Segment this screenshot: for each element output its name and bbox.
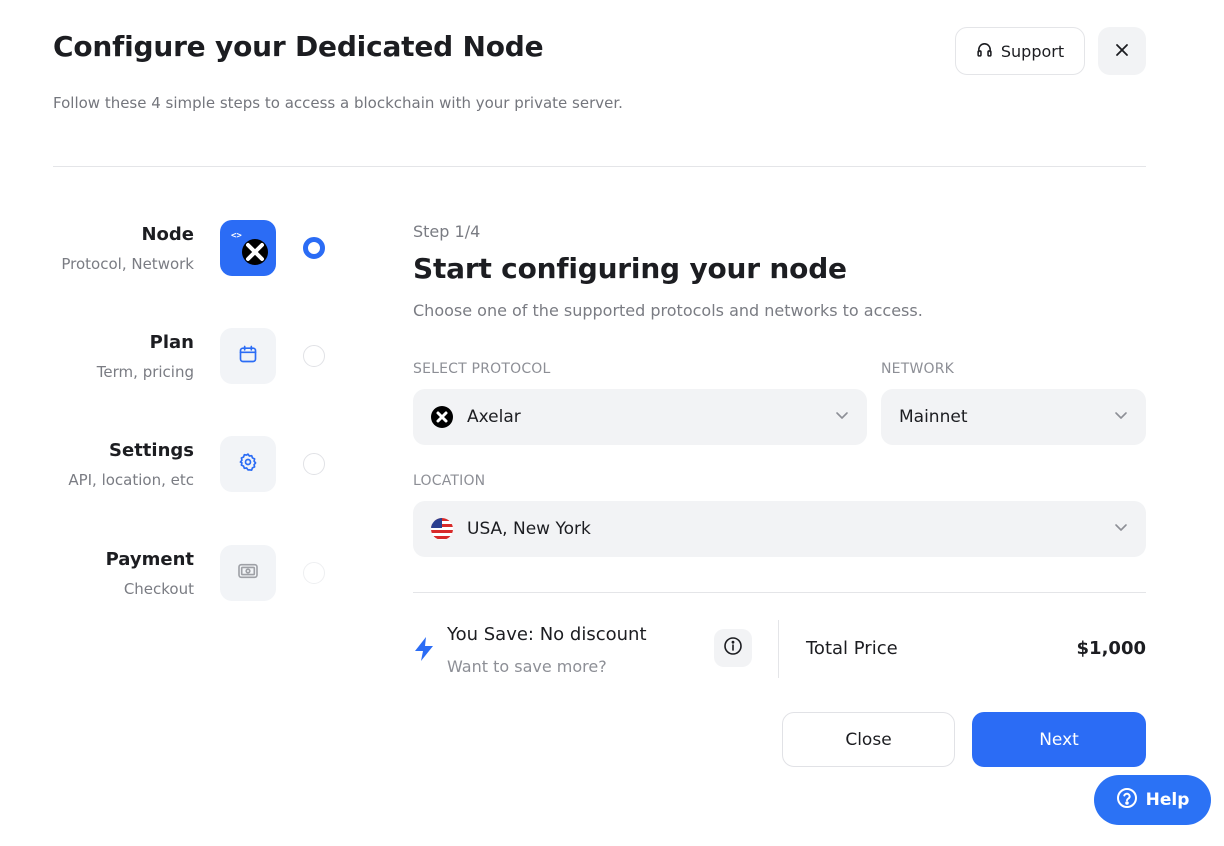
help-label: Help (1145, 790, 1190, 810)
banknote-icon (237, 562, 259, 584)
info-icon (723, 636, 743, 660)
headphones-icon (976, 41, 993, 62)
step-plan[interactable]: Plan Term, pricing (40, 328, 340, 388)
step-radio[interactable] (303, 237, 325, 259)
page-subtitle: Follow these 4 simple steps to access a … (53, 94, 623, 112)
svg-text:<>: <> (231, 231, 242, 241)
savings-link[interactable]: Want to save more? (447, 657, 607, 676)
calendar-icon (238, 344, 258, 368)
gear-icon (238, 452, 258, 476)
step-settings[interactable]: Settings API, location, etc (40, 436, 340, 496)
protocol-label: SELECT PROTOCOL (413, 361, 551, 377)
support-button[interactable]: Support (955, 27, 1085, 75)
network-value: Mainnet (899, 407, 968, 427)
support-label: Support (1000, 41, 1065, 61)
summary-vertical-divider (778, 620, 779, 678)
axelar-logo-icon (431, 406, 453, 428)
network-label: NETWORK (881, 361, 955, 377)
close-dialog-button[interactable] (1098, 27, 1146, 75)
step-icon-box (220, 328, 276, 384)
step-node[interactable]: Node Protocol, Network <> (40, 220, 340, 280)
step-icon-box: <> (220, 220, 276, 276)
step-icon-box (220, 436, 276, 492)
section-heading: Start configuring your node (413, 252, 847, 285)
chevron-down-icon (835, 407, 849, 427)
question-icon (1116, 787, 1138, 814)
close-icon (1115, 42, 1129, 61)
step-payment[interactable]: Payment Checkout (40, 545, 340, 605)
next-button[interactable]: Next (972, 712, 1146, 767)
savings-info-button[interactable] (714, 629, 752, 667)
step-radio[interactable] (303, 345, 325, 367)
network-select[interactable]: Mainnet (881, 389, 1146, 445)
savings-title: You Save: No discount (447, 624, 647, 645)
protocol-value: Axelar (467, 407, 521, 427)
close-button[interactable]: Close (782, 712, 955, 767)
help-button[interactable]: Help (1094, 775, 1211, 825)
step-sub: Checkout (123, 580, 194, 598)
lightning-icon (413, 636, 435, 666)
step-label: Payment (105, 549, 194, 570)
us-flag-icon (431, 518, 453, 540)
step-sub: API, location, etc (68, 471, 194, 489)
chevron-down-icon (1114, 519, 1128, 539)
chevron-down-icon (1114, 407, 1128, 427)
protocol-select[interactable]: Axelar (413, 389, 867, 445)
node-protocol-icon: <> (226, 224, 270, 272)
location-label: LOCATION (413, 473, 486, 489)
header-divider (53, 166, 1146, 167)
step-counter: Step 1/4 (413, 222, 481, 241)
step-label: Settings (109, 440, 194, 461)
section-description: Choose one of the supported protocols an… (413, 301, 923, 320)
step-icon-box (220, 545, 276, 601)
step-sub: Term, pricing (96, 363, 194, 381)
total-price-label: Total Price (806, 638, 898, 659)
step-radio[interactable] (303, 562, 325, 584)
location-select[interactable]: USA, New York (413, 501, 1146, 557)
step-radio[interactable] (303, 453, 325, 475)
total-price-value: $1,000 (1076, 638, 1146, 659)
step-label: Node (141, 224, 194, 245)
step-sub: Protocol, Network (61, 255, 194, 273)
page-title: Configure your Dedicated Node (53, 30, 544, 63)
summary-divider (413, 592, 1146, 593)
location-value: USA, New York (467, 519, 591, 539)
step-label: Plan (149, 332, 194, 353)
